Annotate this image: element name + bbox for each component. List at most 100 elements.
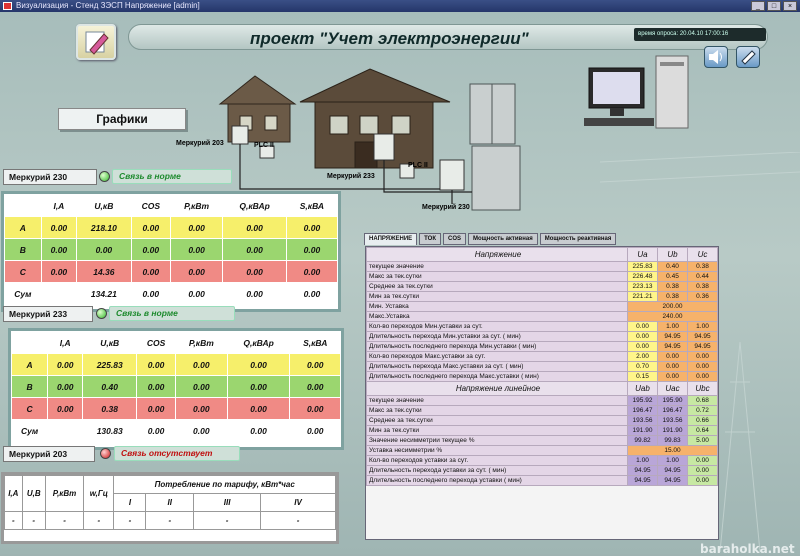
m230-cell: B [4, 238, 42, 261]
tab-active-power[interactable]: Мощность активная [468, 233, 538, 245]
param-row: Среднее за тек.сутки 193.56 193.56 0.66 [366, 415, 718, 426]
param-row: текущее значение 225.83 0.40 0.38 [366, 261, 718, 272]
m233-cell: 0.00 [174, 353, 228, 376]
sound-button[interactable] [704, 46, 728, 68]
settings-button[interactable] [736, 46, 760, 68]
param-value: 0.66 [687, 415, 718, 426]
minimize-button[interactable]: _ [751, 1, 765, 11]
m230-cell: 0.00 [222, 238, 287, 261]
param-value: 94.95 [627, 465, 658, 476]
m233-cell: 0.00 [47, 397, 84, 420]
m230-cell: 218.10 [76, 216, 132, 239]
param-label: Мин. Уставка [366, 301, 628, 312]
param-value: 99.82 [627, 435, 658, 446]
param-value: 195.92 [627, 395, 658, 406]
param-value: 0.44 [687, 271, 718, 282]
param-label: Мин за тек.сутки [366, 291, 628, 302]
m233-col-s: S,кВА [289, 331, 341, 354]
param-value: 0.38 [657, 281, 688, 292]
m230-cell: 0.00 [222, 216, 287, 239]
close-button[interactable]: × [783, 1, 797, 11]
param-label: Мин за тек.сутки [366, 425, 628, 436]
m233-cell: 0.00 [226, 375, 291, 398]
m230-col-s: S,кВА [285, 194, 339, 217]
param-row: Макс за тек.сутки 226.48 0.45 0.44 [366, 271, 718, 282]
param-row: Длительность перехода уставки за сут. ( … [366, 465, 718, 476]
param-value: 0.36 [687, 291, 718, 302]
param-value: 0.00 [657, 371, 688, 382]
m230-cell: 0.00 [76, 238, 132, 261]
m203-value: - [260, 511, 336, 530]
m230-col-q: Q,кВАр [222, 194, 287, 217]
param-value: 196.47 [657, 405, 688, 416]
param-value: 1.00 [687, 321, 718, 332]
section-col-header: Ubc [687, 381, 718, 396]
m233-row: B 0.00 0.40 0.00 0.00 0.00 0.00 [10, 375, 341, 398]
maximize-button[interactable]: □ [767, 1, 781, 11]
m233-cell: 225.83 [82, 353, 138, 376]
param-row: Длительность последнего перехода уставки… [366, 475, 718, 486]
param-value: 0.64 [687, 425, 718, 436]
computer-illustration [584, 55, 689, 129]
m203-value-row: - - - - - - - - [4, 511, 336, 530]
m230-cell: 0.00 [222, 282, 287, 305]
m230-table: I,A U,кВ COS P,кВт Q,кВАр S,кВА A 0.00 218… [1, 191, 341, 312]
param-row: Длительность последнего перехода Мин.уст… [366, 341, 718, 352]
m233-header-row: I,A U,кВ COS P,кВт Q,кВАр S,кВА [10, 331, 341, 354]
section-title: Напряжение линейное [366, 381, 628, 396]
m203-value: - [21, 511, 46, 530]
param-value: 196.47 [627, 405, 658, 416]
m233-cell: 0.00 [174, 375, 228, 398]
m203-tariff-3: III [193, 493, 262, 512]
m233-cell: B [10, 375, 49, 398]
param-value: 0.00 [627, 331, 658, 342]
m230-cell: Сум [4, 282, 42, 305]
section-col-header: Uac [657, 381, 688, 396]
m230-cell: 134.21 [76, 282, 132, 305]
section-title: Напряжение [366, 247, 628, 262]
m233-status: Связь в норме [109, 306, 235, 321]
section-header-row: Напряжение линейное Uab Uac Ubc [366, 381, 718, 396]
m203-table: I,A U,B P,кВт w,Гц Потребление по тарифу… [1, 472, 339, 544]
m230-cell: 0.00 [130, 216, 171, 239]
param-value: 193.56 [627, 415, 658, 426]
m233-cell [47, 419, 84, 442]
tab-current[interactable]: ТОК [419, 233, 441, 245]
m233-cell: A [10, 353, 49, 376]
m230-cell: 0.00 [222, 260, 287, 283]
m203-col-i: I,A [4, 475, 23, 512]
param-row: Длительность последнего перехода Макс.ус… [366, 371, 718, 382]
edit-button[interactable] [76, 24, 116, 60]
param-label: Длительность перехода уставки за сут. ( … [366, 465, 628, 476]
param-value: 195.90 [657, 395, 688, 406]
m230-cell: 0.00 [40, 260, 78, 283]
param-row: Мин. Уставка 200.00 [366, 301, 718, 312]
param-row: Уставка несимметрии % 15.00 [366, 445, 718, 456]
param-value: 94.95 [657, 331, 688, 342]
tab-cos[interactable]: COS [443, 233, 467, 245]
m230-row: B 0.00 0.00 0.00 0.00 0.00 0.00 [4, 238, 339, 261]
m230-cell: 0.00 [285, 216, 339, 239]
m203-value: - [113, 511, 147, 530]
param-value: 0.00 [657, 351, 688, 362]
m233-cell: 0.00 [289, 397, 341, 420]
m233-cell: 0.00 [136, 375, 176, 398]
param-value: 0.40 [657, 261, 688, 272]
m233-col-p: P,кВт [174, 331, 228, 354]
param-label: Длительность последнего перехода Макс.ус… [366, 371, 628, 382]
tab-reactive-power[interactable]: Мощность реактивная [539, 233, 617, 245]
m230-cell: 0.00 [169, 260, 224, 283]
label-m230: Меркурий 230 [422, 204, 470, 211]
label-m203: Меркурий 203 [176, 140, 224, 147]
param-value: 0.45 [657, 271, 688, 282]
m230-col-phase [4, 194, 42, 217]
m233-cell: 0.00 [226, 397, 291, 420]
m203-col-u: U,B [21, 475, 46, 512]
m230-cell: 14.36 [76, 260, 132, 283]
param-value: 191.90 [657, 425, 688, 436]
m230-col-u: U,кВ [76, 194, 132, 217]
graphs-button[interactable]: Графики [58, 108, 186, 130]
tab-voltage[interactable]: НАПРЯЖЕНИЕ [364, 233, 418, 245]
scada-workspace: проект "Учет электроэнергии" время опрос… [0, 12, 800, 556]
m233-cell: 0.00 [136, 419, 176, 442]
